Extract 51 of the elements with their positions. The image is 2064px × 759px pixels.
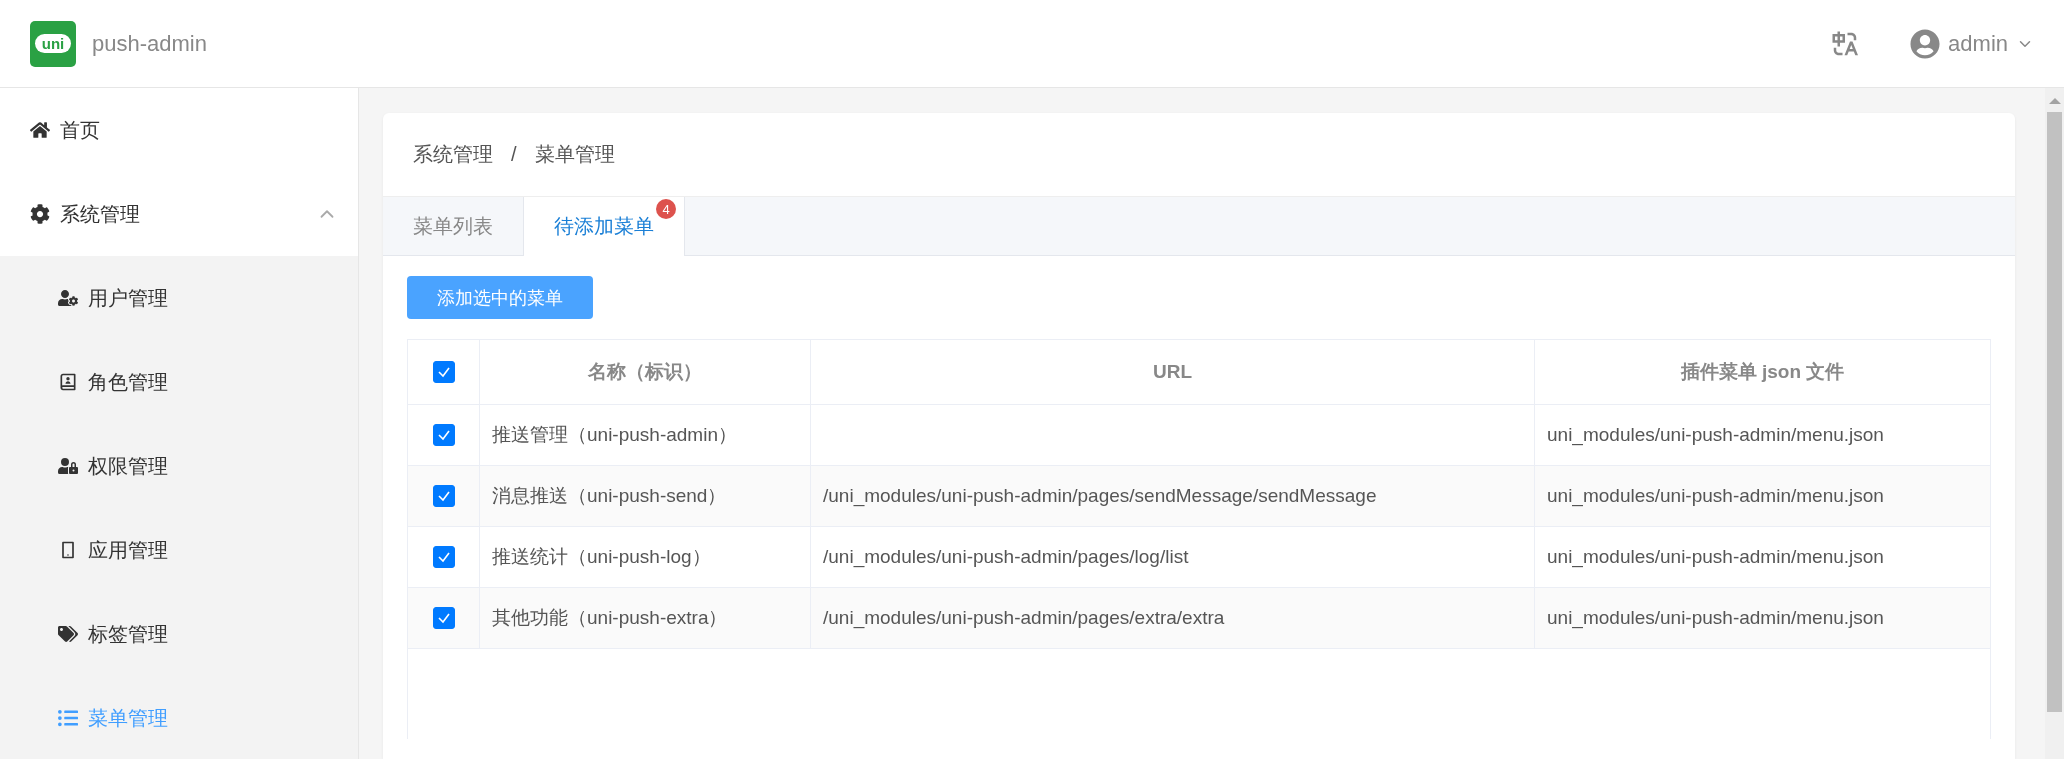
- user-name[interactable]: admin: [1948, 30, 2008, 57]
- settings-icon: [30, 204, 50, 224]
- checkbox[interactable]: [432, 485, 455, 507]
- breadcrumb-item: 菜单管理: [534, 142, 615, 167]
- table-row[interactable]: 推送统计（uni-push-log） /uni_modules/uni-push-admin/pages/log/list uni_modules/uni-push-admin/menu.json: [408, 527, 1990, 588]
- sidebar-item[interactable]: 角色管理: [0, 340, 358, 424]
- checkmark-icon: [436, 489, 451, 503]
- user-gear-icon: [58, 288, 78, 308]
- checkbox[interactable]: [432, 546, 455, 568]
- table-cell-text: uni_modules/uni-push-admin/menu.json: [1546, 423, 1885, 448]
- checkbox[interactable]: [432, 607, 455, 629]
- checkbox[interactable]: [432, 361, 455, 383]
- scroll-up-icon[interactable]: [2048, 98, 2061, 104]
- breadcrumb-item[interactable]: 系统管理: [413, 141, 493, 168]
- checkmark-icon: [436, 611, 451, 625]
- sidebar-item[interactable]: 用户管理: [0, 256, 358, 340]
- column-header: 插件菜单 json 文件: [1679, 360, 1846, 384]
- checkbox[interactable]: [432, 424, 455, 446]
- table-cell: /uni_modules/uni-push-admin/pages/log/list: [811, 527, 1535, 587]
- table-cell: 消息推送（uni-push-send）: [480, 466, 811, 526]
- tab[interactable]: 待添加菜单 4: [523, 197, 685, 256]
- table-cell: 推送管理（uni-push-admin）: [480, 405, 811, 465]
- avatar-icon: [1910, 28, 1941, 59]
- scroll-thumb[interactable]: [2047, 112, 2062, 712]
- checkmark-icon: [436, 365, 451, 379]
- contact-card-icon: [58, 372, 78, 392]
- table-cell-text: uni_modules/uni-push-admin/menu.json: [1546, 484, 1885, 509]
- table-cell: /uni_modules/uni-push-admin/pages/sendMessage/sendMessage: [811, 466, 1535, 526]
- table-row[interactable]: 推送管理（uni-push-admin） uni_modules/uni-push-admin/menu.json: [408, 405, 1990, 466]
- table-row[interactable]: 其他功能（uni-push-extra） /uni_modules/uni-push-admin/pages/extra/extra uni_modules/uni-push-admin/menu.json: [408, 588, 1990, 649]
- home-icon: [30, 120, 50, 140]
- user-lock-icon: [58, 456, 78, 476]
- table-cell: /uni_modules/uni-push-admin/pages/extra/extra: [811, 588, 1535, 648]
- breadcrumb-separator: /: [511, 143, 517, 166]
- app-name: push-admin: [92, 30, 207, 57]
- tags-icon: [58, 624, 78, 644]
- count-badge: 4: [656, 199, 676, 219]
- checkmark-icon: [436, 550, 451, 564]
- table-cell-text: uni_modules/uni-push-admin/menu.json: [1546, 545, 1885, 570]
- sidebar-item[interactable]: 权限管理: [0, 424, 358, 508]
- column-header: URL: [811, 340, 1535, 404]
- sidebar-item[interactable]: 应用管理: [0, 508, 358, 592]
- checkmark-icon: [436, 428, 451, 442]
- table-cell: 其他功能（uni-push-extra）: [480, 588, 811, 648]
- list-icon: [58, 708, 78, 728]
- table-cell: 推送统计（uni-push-log）: [480, 527, 811, 587]
- table-cell-text: uni_modules/uni-push-admin/menu.json: [1546, 606, 1885, 631]
- table-row[interactable]: 消息推送（uni-push-send） /uni_modules/uni-push-admin/pages/sendMessage/sendMessage uni_modules/uni-push-admin/menu.json: [408, 466, 1990, 527]
- sidebar-item[interactable]: 标签管理: [0, 592, 358, 676]
- logo-text: uni: [34, 34, 72, 53]
- column-header: 名称（标识）: [480, 340, 811, 404]
